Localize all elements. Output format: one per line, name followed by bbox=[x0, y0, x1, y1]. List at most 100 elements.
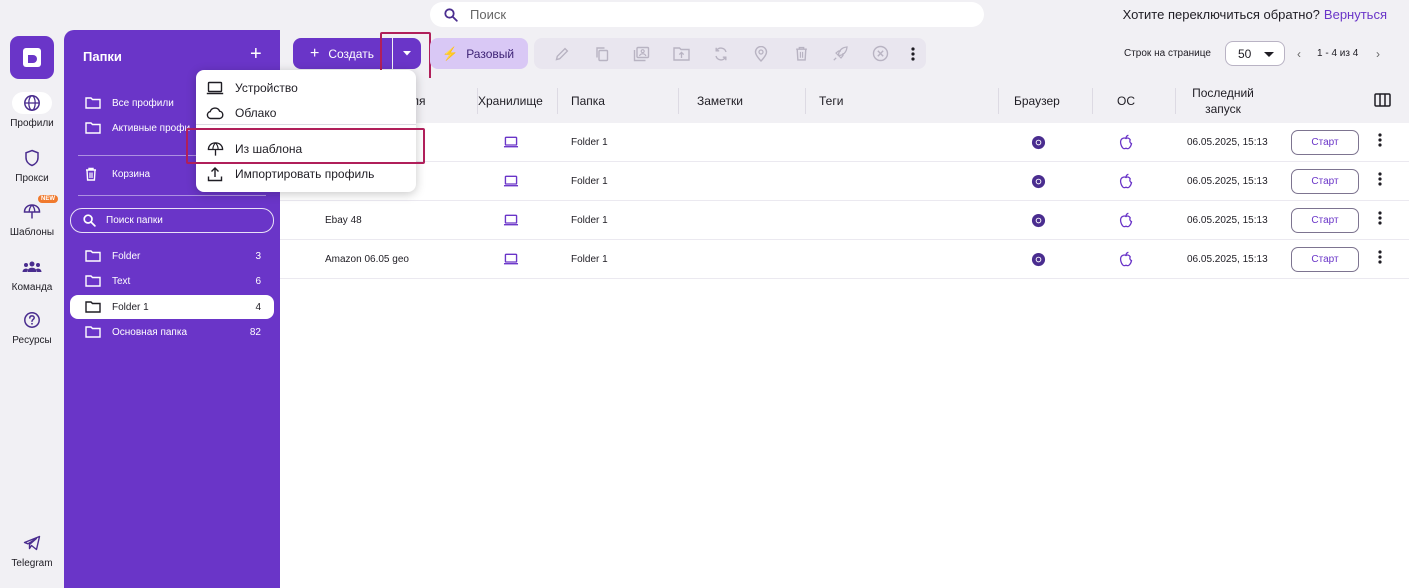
location-pin-icon bbox=[755, 45, 768, 62]
folder-search[interactable] bbox=[70, 208, 274, 233]
trash-icon bbox=[86, 167, 96, 181]
folder-search-input[interactable] bbox=[106, 215, 266, 226]
menu-item-cloud[interactable]: Облако bbox=[196, 101, 416, 125]
table-row[interactable]: Folder 1 06.05.2025, 15:13 Старт bbox=[280, 123, 1409, 162]
global-search[interactable] bbox=[430, 2, 984, 27]
rows-per-page-value: 50 bbox=[1238, 46, 1252, 61]
kebab-icon bbox=[911, 46, 915, 61]
switch-back-question: Хотите переключиться обратно? bbox=[1122, 7, 1320, 22]
kebab-icon bbox=[1378, 211, 1382, 225]
rail-item-team[interactable]: Команда bbox=[0, 256, 64, 293]
umbrella-icon bbox=[23, 204, 41, 219]
proxy-location-button[interactable] bbox=[741, 38, 781, 69]
switch-back-banner: Хотите переключиться обратно? Вернуться bbox=[1123, 7, 1387, 22]
chevron-left-icon[interactable]: ‹ bbox=[1297, 47, 1301, 61]
chromium-icon bbox=[1031, 174, 1046, 188]
more-actions-button[interactable] bbox=[901, 38, 926, 69]
menu-item-label: Импортировать профиль bbox=[235, 167, 375, 181]
search-input[interactable] bbox=[470, 7, 950, 22]
rail-item-profiles[interactable]: Профили bbox=[0, 92, 64, 129]
folder-item[interactable]: Folder 3 bbox=[70, 244, 274, 268]
th-os[interactable]: ОС bbox=[1117, 78, 1135, 123]
browser-cell bbox=[1031, 201, 1046, 239]
menu-item-label: Облако bbox=[235, 106, 277, 120]
folder-item[interactable]: Основная папка 82 bbox=[70, 320, 274, 344]
th-browser[interactable]: Браузер bbox=[1014, 78, 1060, 123]
th-last-launch-line2: запуск bbox=[1205, 101, 1241, 116]
rail-item-telegram[interactable]: Telegram bbox=[0, 532, 64, 569]
rows-per-page-select[interactable]: 50 bbox=[1225, 41, 1285, 66]
move-to-folder-button[interactable] bbox=[662, 38, 702, 69]
os-cell bbox=[1119, 123, 1133, 161]
laptop-icon bbox=[503, 175, 519, 187]
apple-icon bbox=[1119, 212, 1133, 228]
column-divider bbox=[998, 88, 999, 114]
start-button[interactable]: Старт bbox=[1291, 208, 1359, 233]
column-divider bbox=[557, 88, 558, 114]
upload-icon bbox=[207, 167, 223, 182]
sync-button[interactable] bbox=[701, 38, 741, 69]
table-row[interactable]: Folder 1 06.05.2025, 15:13 Старт bbox=[280, 162, 1409, 201]
os-cell bbox=[1119, 162, 1133, 200]
th-storage[interactable]: Хранилище bbox=[478, 78, 543, 123]
copy-button[interactable] bbox=[582, 38, 622, 69]
last-launch-cell: 06.05.2025, 15:13 bbox=[1187, 175, 1268, 187]
os-cell bbox=[1119, 240, 1133, 278]
start-button[interactable]: Старт bbox=[1291, 247, 1359, 272]
switch-back-link[interactable]: Вернуться bbox=[1324, 7, 1387, 22]
laptop-icon bbox=[503, 136, 519, 148]
menu-item-import-profile[interactable]: Импортировать профиль bbox=[196, 162, 416, 186]
launch-button[interactable] bbox=[821, 38, 861, 69]
rail-label: Telegram bbox=[11, 558, 53, 569]
row-menu-button[interactable] bbox=[1378, 211, 1382, 228]
row-menu-button[interactable] bbox=[1378, 250, 1382, 267]
th-last-launch[interactable]: Последний запуск bbox=[1184, 78, 1262, 123]
table-header: ля Хранилище Папка Заметки Теги Браузер … bbox=[280, 78, 1409, 123]
folder-label: Все профили bbox=[112, 97, 174, 109]
folder-item-selected[interactable]: Folder 1 4 bbox=[70, 295, 274, 319]
rail-item-templates[interactable]: NEW Шаблоны bbox=[0, 195, 64, 238]
clone-button[interactable] bbox=[622, 38, 662, 69]
stop-button[interactable] bbox=[861, 38, 901, 69]
column-divider bbox=[1175, 88, 1176, 114]
start-button[interactable]: Старт bbox=[1291, 130, 1359, 155]
folder-item[interactable]: Text 6 bbox=[70, 269, 274, 293]
rail-item-resources[interactable]: Ресурсы bbox=[0, 309, 64, 346]
th-folder[interactable]: Папка bbox=[571, 78, 605, 123]
delete-button[interactable] bbox=[781, 38, 821, 69]
profile-name[interactable]: Amazon 06.05 geo bbox=[325, 240, 409, 278]
profile-name[interactable]: Ebay 48 bbox=[325, 201, 362, 239]
table-row[interactable]: Amazon 06.05 geo Folder 1 06.05.2025, 15:1… bbox=[280, 240, 1409, 279]
table-row[interactable]: Ebay 48 Folder 1 06.05.2025, 15:13 Старт bbox=[280, 201, 1409, 240]
start-button[interactable]: Старт bbox=[1291, 169, 1359, 194]
menu-item-device[interactable]: Устройство bbox=[196, 76, 416, 100]
storage-cell bbox=[503, 201, 519, 239]
rail-label: Команда bbox=[11, 282, 53, 293]
columns-toggle-button[interactable] bbox=[1374, 93, 1391, 110]
column-divider bbox=[1092, 88, 1093, 114]
shield-icon bbox=[25, 149, 39, 167]
folder-label: Folder 1 bbox=[112, 301, 149, 313]
rail-label: Ресурсы bbox=[12, 335, 52, 346]
row-menu-button[interactable] bbox=[1378, 133, 1382, 150]
browser-cell bbox=[1031, 240, 1046, 278]
kebab-icon bbox=[1378, 250, 1382, 264]
storage-cell bbox=[503, 162, 519, 200]
edit-button[interactable] bbox=[542, 38, 582, 69]
row-menu-button[interactable] bbox=[1378, 172, 1382, 189]
laptop-icon bbox=[503, 253, 519, 265]
one-time-profile-button[interactable]: ⚡ Разовый bbox=[430, 38, 528, 69]
th-tags[interactable]: Теги bbox=[819, 78, 843, 123]
close-circle-icon bbox=[873, 45, 889, 62]
new-badge: NEW bbox=[38, 195, 58, 203]
chevron-right-icon[interactable]: › bbox=[1376, 47, 1380, 61]
th-notes[interactable]: Заметки bbox=[697, 78, 743, 123]
app-logo[interactable] bbox=[10, 36, 54, 79]
add-folder-button[interactable]: + bbox=[250, 44, 262, 64]
rail-item-proxy[interactable]: Прокси bbox=[0, 147, 64, 184]
pagination-info: 1 - 4 из 4 bbox=[1317, 48, 1359, 59]
caret-down-icon bbox=[1264, 52, 1274, 57]
create-button[interactable]: + Создать bbox=[293, 38, 392, 69]
create-label: Создать bbox=[328, 46, 374, 61]
globe-icon bbox=[24, 95, 40, 111]
